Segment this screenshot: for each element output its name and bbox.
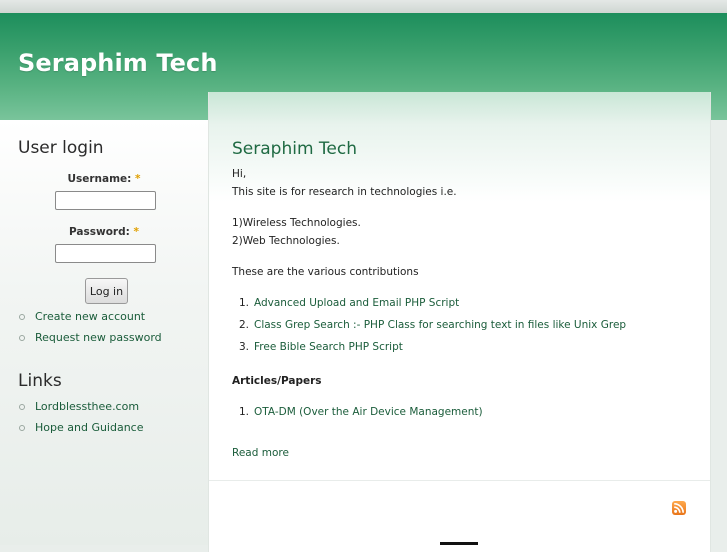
class-grep-search-link[interactable]: Class Grep Search :- PHP Class for searc… — [254, 319, 626, 331]
user-login-title: User login — [18, 138, 104, 158]
top-bar — [0, 0, 727, 14]
bullet-icon — [19, 404, 25, 410]
list-item: Hope and Guidance — [0, 417, 144, 438]
intro-text: This site is for research in technologie… — [232, 186, 457, 198]
left-sidebar: User login Username: * Password: * Log i… — [0, 120, 208, 545]
node-title[interactable]: Seraphim Tech — [232, 139, 357, 159]
bullet-icon — [19, 335, 25, 341]
links-list: Lordblessthee.com Hope and Guidance — [0, 396, 144, 438]
username-label-text: Username: — [67, 173, 132, 185]
list-item: Request new password — [0, 327, 162, 348]
username-label: Username: * — [0, 173, 208, 185]
request-password-link[interactable]: Request new password — [35, 331, 162, 344]
greeting-text: Hi, — [232, 168, 247, 180]
list-number: 3. — [239, 341, 250, 353]
login-button[interactable]: Log in — [85, 278, 128, 304]
main-content: Seraphim Tech Hi, This site is for resea… — [208, 92, 711, 552]
divider — [209, 480, 710, 481]
bullet-icon — [19, 314, 25, 320]
password-input[interactable] — [55, 244, 156, 263]
list-item: Lordblessthee.com — [0, 396, 144, 417]
list-item: 1. OTA-DM (Over the Air Device Management… — [239, 406, 483, 418]
password-label: Password: * — [0, 226, 208, 238]
articles-heading: Articles/Papers — [232, 375, 322, 387]
create-account-link[interactable]: Create new account — [35, 310, 145, 323]
list-item: Create new account — [0, 306, 162, 327]
list-number: 1. — [239, 297, 250, 309]
read-more-link[interactable]: Read more — [232, 447, 289, 459]
ota-dm-link[interactable]: OTA-DM (Over the Air Device Management) — [254, 406, 483, 418]
contributions-intro: These are the various contributions — [232, 266, 419, 278]
upload-email-script-link[interactable]: Advanced Upload and Email PHP Script — [254, 297, 459, 309]
list-item: 3. Free Bible Search PHP Script — [239, 341, 403, 353]
bullet-icon — [19, 425, 25, 431]
rss-feed-icon[interactable] — [672, 501, 686, 515]
list-number: 2. — [239, 319, 250, 331]
username-input[interactable] — [55, 191, 156, 210]
site-name[interactable]: Seraphim Tech — [18, 49, 218, 77]
required-mark: * — [135, 173, 141, 185]
required-mark: * — [133, 226, 139, 238]
tech-item-1: 1)Wireless Technologies. — [232, 217, 361, 229]
lordblessthee-link[interactable]: Lordblessthee.com — [35, 400, 139, 413]
password-label-text: Password: — [69, 226, 130, 238]
hope-guidance-link[interactable]: Hope and Guidance — [35, 421, 144, 434]
list-item: 1. Advanced Upload and Email PHP Script — [239, 297, 459, 309]
bible-search-script-link[interactable]: Free Bible Search PHP Script — [254, 341, 403, 353]
login-links: Create new account Request new password — [0, 306, 162, 348]
links-title: Links — [18, 371, 62, 391]
list-item: 2. Class Grep Search :- PHP Class for sea… — [239, 319, 626, 331]
tech-item-2: 2)Web Technologies. — [232, 235, 340, 247]
list-number: 1. — [239, 406, 250, 418]
